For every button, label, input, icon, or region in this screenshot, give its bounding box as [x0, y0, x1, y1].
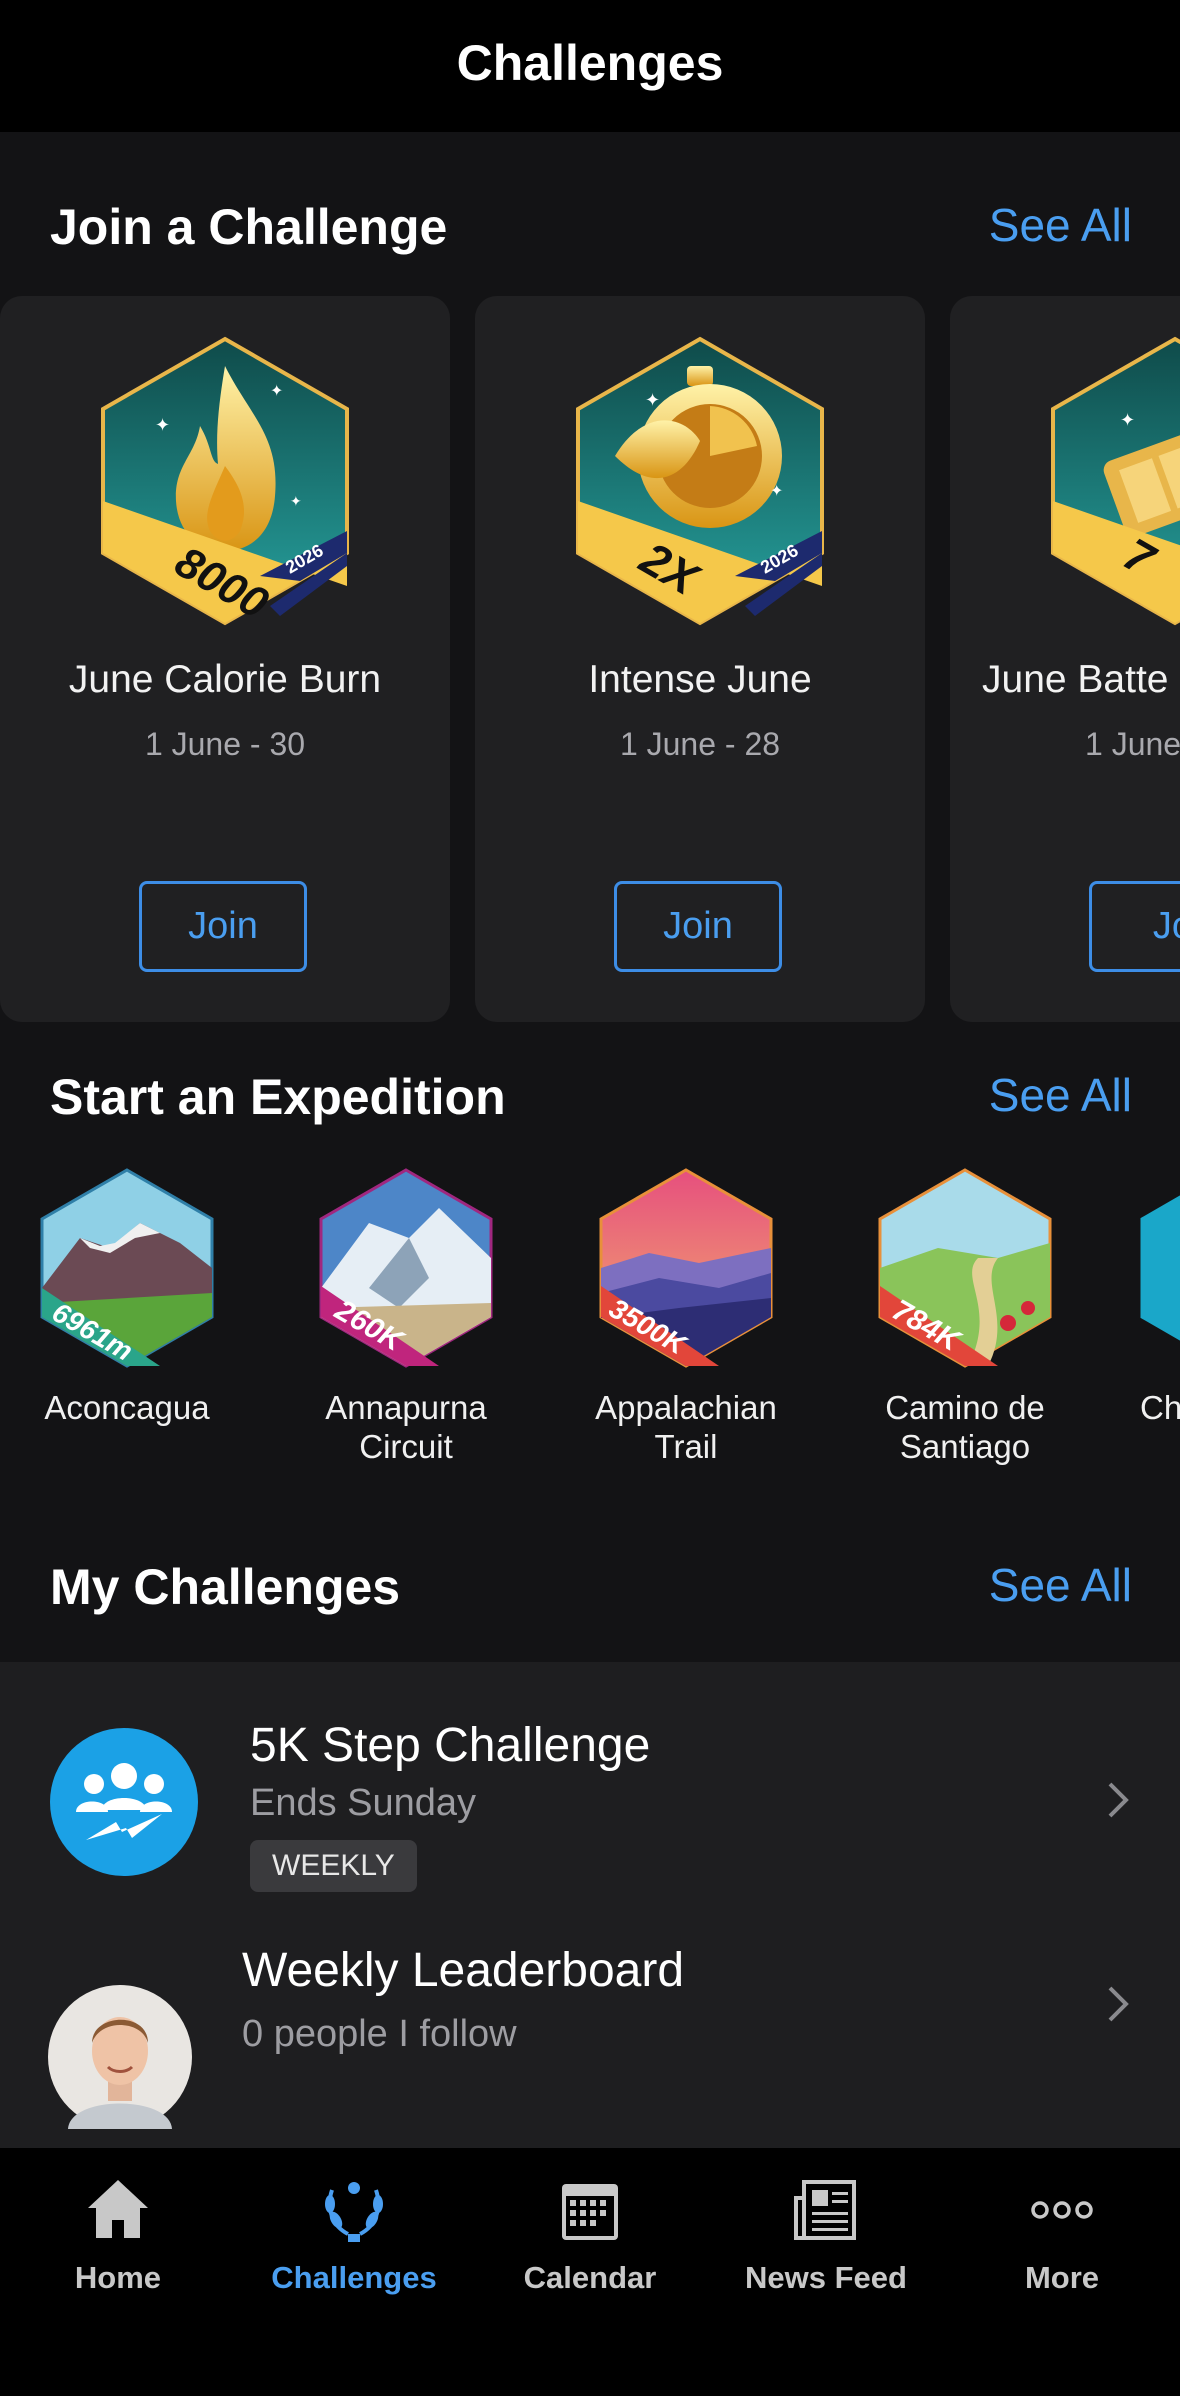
tab-more[interactable]: More: [944, 2174, 1180, 2296]
mountain-badge-icon: 260K: [319, 1168, 493, 1368]
join-button[interactable]: Jo: [1089, 881, 1180, 972]
challenge-title: June Calorie Burn: [68, 658, 382, 701]
avatar: [48, 1985, 192, 2129]
see-all-link[interactable]: See All: [989, 1068, 1132, 1122]
list-item[interactable]: 5K Step Challenge Ends Sunday WEEKLY: [0, 1662, 1180, 1932]
tab-home[interactable]: Home: [0, 2174, 236, 2296]
see-all-link[interactable]: See All: [989, 198, 1132, 252]
tab-news-feed[interactable]: News Feed: [708, 2174, 944, 2296]
mountain-badge-icon: 784K: [878, 1168, 1052, 1368]
chevron-right-icon: [1108, 1782, 1129, 1818]
group-challenge-icon: [50, 1728, 198, 1876]
expedition-label: Ch: [1140, 1389, 1180, 1426]
expedition-item[interactable]: 3500K Appalachian Trail: [586, 1168, 786, 1466]
challenge-subtitle: Ends Sunday: [250, 1782, 477, 1824]
calorie-badge-icon: 8000 2026 ✦ ✦ ✦: [101, 336, 349, 626]
newspaper-icon: [794, 2180, 856, 2240]
mountain-badge-icon: 6961m: [40, 1168, 214, 1368]
laurel-icon: [325, 2182, 383, 2242]
join-challenge-header: Join a Challenge See All: [50, 198, 1132, 268]
svg-text:✦: ✦: [155, 415, 170, 435]
stopwatch-badge-icon: 2X 2026 ✦ ✦: [576, 336, 824, 626]
more-icon: [1031, 2201, 1093, 2219]
see-all-link[interactable]: See All: [989, 1558, 1132, 1612]
join-button[interactable]: Join: [614, 881, 782, 972]
calendar-icon: [562, 2184, 618, 2240]
challenge-card[interactable]: 8000 2026 ✦ ✦ ✦ June Calorie Burn 1 June…: [0, 296, 450, 1022]
battery-badge-icon: 7 ✦: [1051, 336, 1180, 626]
my-challenges-header: My Challenges See All: [50, 1558, 1132, 1628]
leaderboard-title: Weekly Leaderboard: [242, 1944, 685, 1997]
challenge-dates: 1 June - 30: [144, 726, 306, 762]
expedition-item[interactable]: 6961m Aconcagua: [27, 1168, 227, 1427]
challenge-dates: 1 June - 28: [619, 726, 781, 762]
svg-text:✦: ✦: [1120, 410, 1135, 430]
challenge-card[interactable]: 2X 2026 ✦ ✦ Intense June 1 June - 28 Joi…: [475, 296, 925, 1022]
top-bar: Challenges: [0, 0, 1180, 132]
svg-text:✦: ✦: [645, 390, 660, 410]
expedition-item[interactable]: Ch: [1140, 1168, 1180, 1427]
my-challenges-list: 5K Step Challenge Ends Sunday WEEKLY Wee…: [0, 1662, 1180, 2148]
frequency-badge: WEEKLY: [250, 1840, 417, 1892]
list-item[interactable]: Weekly Leaderboard 0 people I follow: [0, 1932, 1180, 2148]
section-title: Start an Expedition: [50, 1069, 506, 1125]
tab-calendar[interactable]: Calendar: [472, 2174, 708, 2296]
expedition-label: Appalachian Trail: [595, 1389, 777, 1465]
chevron-right-icon: [1108, 1986, 1129, 2022]
challenge-title: Intense June: [588, 658, 812, 701]
challenge-card[interactable]: 7 ✦ June Batte 1 June Jo: [950, 296, 1180, 1022]
challenge-title: June Batte: [982, 658, 1169, 701]
svg-text:✦: ✦: [290, 493, 302, 509]
svg-text:✦: ✦: [770, 483, 783, 500]
expedition-header: Start an Expedition See All: [50, 1068, 1132, 1138]
mountain-badge-icon: 3500K: [599, 1168, 773, 1368]
expedition-label: Aconcagua: [44, 1389, 210, 1426]
svg-text:✦: ✦: [270, 383, 283, 400]
tab-challenges[interactable]: Challenges: [236, 2174, 472, 2296]
tab-bar: Home Challenges Calendar News Feed More: [0, 2148, 1180, 2396]
mountain-badge-icon: [1140, 1195, 1180, 1341]
leaderboard-subtitle: 0 people I follow: [242, 2013, 517, 2055]
section-title: My Challenges: [50, 1559, 401, 1615]
expedition-item[interactable]: 260K Annapurna Circuit: [306, 1168, 506, 1466]
challenge-title: 5K Step Challenge: [250, 1719, 651, 1772]
expedition-label: Camino de Santiago: [885, 1389, 1045, 1465]
home-icon: [88, 2180, 148, 2238]
expedition-item[interactable]: 784K Camino de Santiago: [865, 1168, 1065, 1466]
challenge-dates: 1 June: [1085, 726, 1180, 762]
page-title: Challenges: [456, 35, 724, 91]
section-title: Join a Challenge: [50, 199, 448, 255]
expedition-label: Annapurna Circuit: [325, 1389, 487, 1465]
join-button[interactable]: Join: [139, 881, 307, 972]
